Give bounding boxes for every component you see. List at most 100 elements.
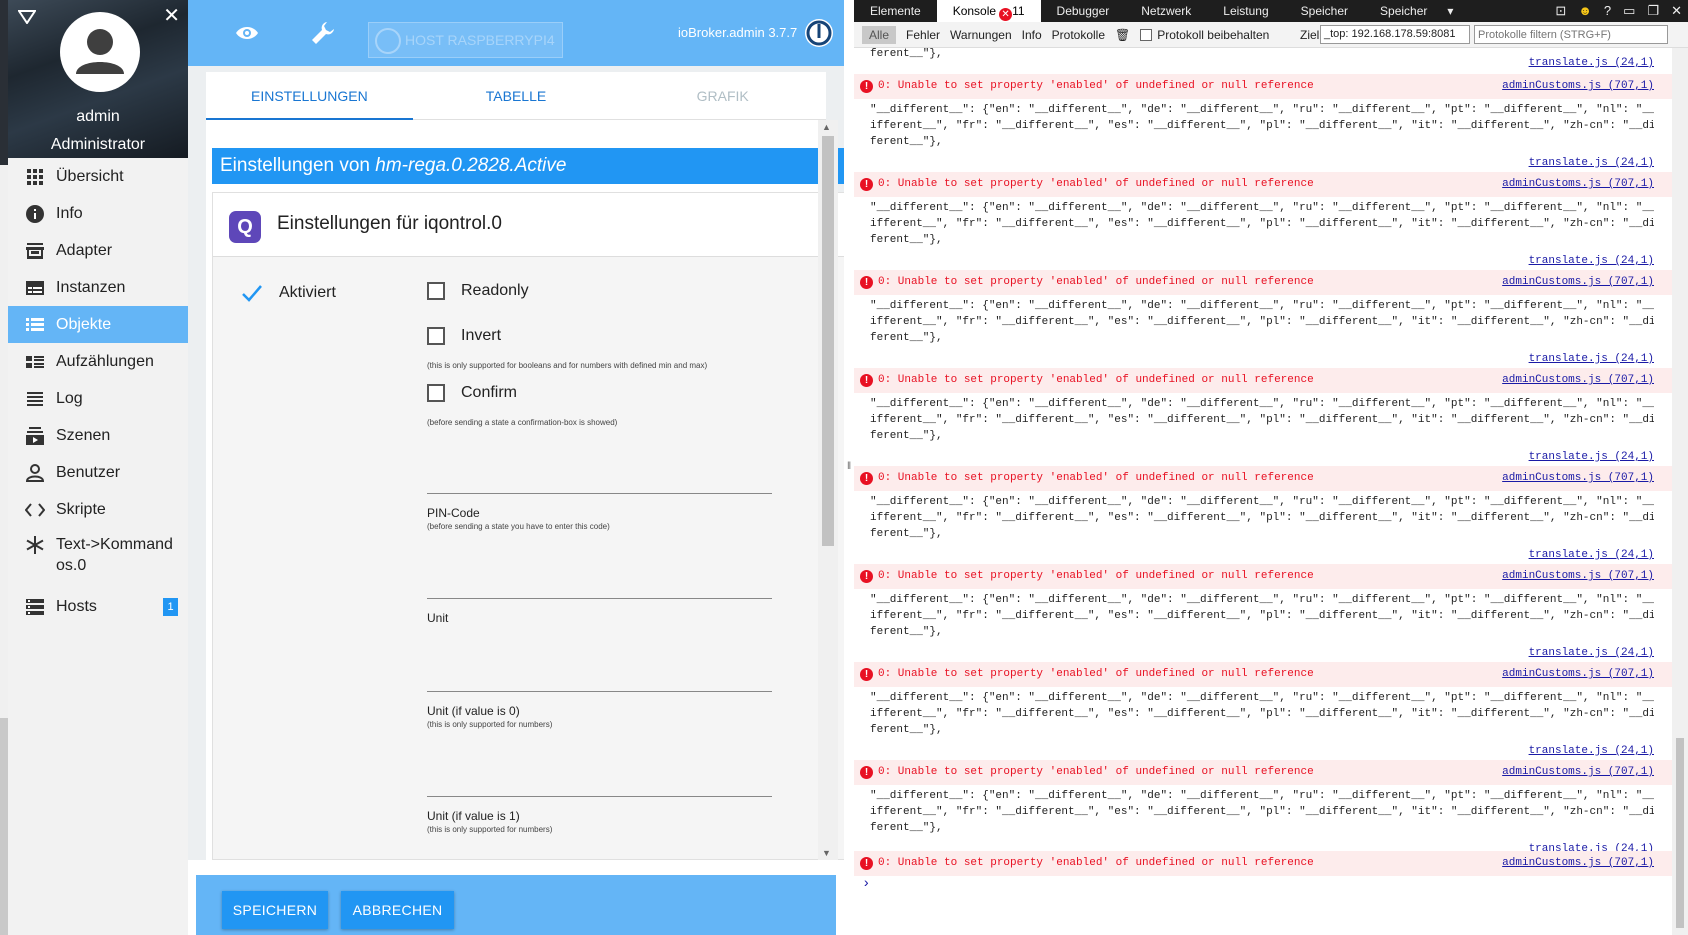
unit-field[interactable]: Unit <box>427 598 772 625</box>
console-filter-input[interactable] <box>1474 25 1668 44</box>
sidebar-item-adapter[interactable]: Adapter <box>8 232 188 269</box>
source-link[interactable]: translate.js (24,1) <box>1529 156 1654 170</box>
tab-tabelle[interactable]: TABELLE <box>413 72 620 119</box>
target-value: _top: 192.168.178.59:8081 <box>1324 28 1456 40</box>
sidebar-item-hosts[interactable]: Hosts 1 <box>8 588 188 625</box>
log-error: ! 0: Unable to set property 'enabled' of … <box>854 760 1672 785</box>
target-select[interactable]: _top: 192.168.178.59:8081 <box>1320 25 1470 44</box>
log-entry: ! 0: Unable to set property 'enabled' of … <box>854 270 1672 368</box>
source-link[interactable]: adminCustoms.js (707,1) <box>1502 368 1654 393</box>
sidebar-item-objekte[interactable]: Objekte <box>8 306 188 343</box>
source-link[interactable]: adminCustoms.js (707,1) <box>1502 564 1654 589</box>
menu-triangle-icon[interactable] <box>18 10 36 24</box>
devtools-tab-storage[interactable]: Speicher <box>1364 0 1443 22</box>
console-scrollbar-thumb[interactable] <box>1676 738 1684 928</box>
save-button[interactable]: SPEICHERN <box>222 891 328 929</box>
sidebar-item-instanzen[interactable]: Instanzen <box>8 269 188 306</box>
devtools-tab-elements[interactable]: Elemente <box>854 0 937 22</box>
source-link[interactable]: translate.js (24,1) <box>1529 744 1654 758</box>
close-icon[interactable]: ✕ <box>163 6 180 26</box>
unit-one-field[interactable]: Unit (if value is 1) (this is only suppo… <box>427 796 772 834</box>
dialog-footer: SPEICHERN ABBRECHEN <box>196 875 836 935</box>
list-icon <box>25 315 45 335</box>
source-link[interactable]: translate.js (24,1) <box>1529 56 1654 70</box>
host-selector-button[interactable]: HOST RASPBERRYPI4 <box>368 22 563 58</box>
wrench-icon[interactable] <box>310 20 336 46</box>
source-link[interactable]: adminCustoms.js (707,1) <box>1502 270 1654 295</box>
invert-checkbox-box[interactable] <box>427 327 445 345</box>
source-link[interactable]: translate.js (24,1) <box>1529 646 1654 660</box>
devtools-tab-memory[interactable]: Speicher <box>1285 0 1364 22</box>
devtools-tab-console[interactable]: Konsole ✕ 11 <box>936 0 1041 22</box>
source-link[interactable]: adminCustoms.js (707,1) <box>1502 172 1654 197</box>
terminal-icon[interactable]: ⊡ <box>1555 3 1566 19</box>
invert-checkbox[interactable]: Invert <box>427 327 501 345</box>
source-link[interactable]: translate.js (24,1) <box>1529 352 1654 366</box>
scroll-down-icon[interactable]: ▼ <box>822 848 831 858</box>
source-link[interactable]: translate.js (24,1) <box>1529 548 1654 562</box>
filter-logs[interactable]: Protokolle <box>1052 28 1105 42</box>
checkmark-icon <box>242 285 262 302</box>
version-label: ioBroker.admin 3.7.7 <box>678 25 798 40</box>
sidebar-item-uebersicht[interactable]: Übersicht <box>8 158 188 195</box>
source-link[interactable]: adminCustoms.js (707,1) <box>1502 466 1654 491</box>
sidebar-item-szenen[interactable]: Szenen <box>8 417 188 454</box>
confirm-checkbox[interactable]: Confirm <box>427 384 517 402</box>
source-link[interactable]: adminCustoms.js (707,1) <box>1502 851 1654 876</box>
close-devtools-icon[interactable]: ✕ <box>1671 3 1682 19</box>
source-link[interactable]: adminCustoms.js (707,1) <box>1502 662 1654 687</box>
log-body-line: "__different__": {"en": "__different__",… <box>870 104 1654 116</box>
devtools-tab-debugger[interactable]: Debugger <box>1041 0 1126 22</box>
source-link[interactable]: translate.js (24,1) <box>1529 254 1654 268</box>
devtools-tab-bar: Elemente Konsole ✕ 11 Debugger Netzwerk Le… <box>854 0 1688 22</box>
source-link[interactable]: adminCustoms.js (707,1) <box>1502 760 1654 785</box>
invert-label: Invert <box>461 327 502 344</box>
cancel-button[interactable]: ABBRECHEN <box>341 891 454 929</box>
readonly-checkbox-box[interactable] <box>427 282 445 300</box>
sidebar-item-label: Hosts <box>56 597 97 615</box>
feedback-smiley-icon[interactable]: ☻ <box>1578 3 1592 19</box>
help-icon[interactable]: ? <box>1604 3 1611 19</box>
sidebar-item-aufzaehlungen[interactable]: Aufzählungen <box>8 343 188 380</box>
eye-icon[interactable] <box>234 20 260 46</box>
sidebar-item-skripte[interactable]: Skripte <box>8 491 188 528</box>
sidebar-item-text-kommandos[interactable]: Text->Kommandos.0 <box>8 528 188 588</box>
more-tabs-icon[interactable]: ▾ <box>1447 4 1453 18</box>
settings-scrollbar[interactable]: ▲ ▼ <box>818 120 838 860</box>
console-scrollbar[interactable] <box>1672 48 1688 935</box>
console-prompt[interactable]: › <box>854 876 1672 892</box>
error-icon: ! <box>860 276 873 289</box>
panel-splitter[interactable]: ‖ <box>844 0 854 935</box>
sidebar-item-label: Instanzen <box>56 278 126 296</box>
activated-toggle[interactable]: Aktiviert <box>241 282 336 304</box>
readonly-checkbox[interactable]: Readonly <box>427 282 529 300</box>
log-error: ! 0: Unable to set property 'enabled' of … <box>854 466 1672 491</box>
log-entry: ! 0: Unable to set property 'enabled' of … <box>854 564 1672 662</box>
filter-info[interactable]: Info <box>1022 28 1042 42</box>
sidebar-item-info[interactable]: Info <box>8 195 188 232</box>
log-body-line: "__different__": {"en": "__different__",… <box>870 790 1654 802</box>
devtools-tab-network[interactable]: Netzwerk <box>1125 0 1207 22</box>
confirm-checkbox-box[interactable] <box>427 384 445 402</box>
pin-code-field[interactable]: PIN-Code (before sending a state you hav… <box>427 493 772 531</box>
dock-icon[interactable]: ▭ <box>1623 3 1635 19</box>
tab-einstellungen[interactable]: EINSTELLUNGEN <box>206 72 413 120</box>
source-link[interactable]: adminCustoms.js (707,1) <box>1502 74 1654 99</box>
unit-one-label: Unit (if value is 1) <box>427 809 520 823</box>
devtools-tab-performance[interactable]: Leistung <box>1207 0 1284 22</box>
filter-warnings[interactable]: Warnungen <box>950 28 1012 42</box>
sidebar-item-benutzer[interactable]: Benutzer <box>8 454 188 491</box>
filter-all[interactable]: Alle <box>862 25 897 44</box>
source-link[interactable]: translate.js (24,1) <box>1529 450 1654 464</box>
clear-console-icon[interactable]: 🗑 <box>1115 28 1130 42</box>
preserve-log-box[interactable] <box>1140 28 1153 41</box>
scrollbar-thumb[interactable] <box>822 136 834 546</box>
preserve-log-checkbox[interactable]: Protokoll beibehalten <box>1140 28 1269 42</box>
undock-icon[interactable]: ❐ <box>1647 3 1659 19</box>
sidebar-item-log[interactable]: Log <box>8 380 188 417</box>
filter-errors[interactable]: Fehler <box>906 28 940 42</box>
unit-zero-field[interactable]: Unit (if value is 0) (this is only suppo… <box>427 691 772 729</box>
scroll-up-icon[interactable]: ▲ <box>822 122 831 132</box>
preserve-log-label: Protokoll beibehalten <box>1157 27 1270 42</box>
card-icon <box>25 278 45 298</box>
